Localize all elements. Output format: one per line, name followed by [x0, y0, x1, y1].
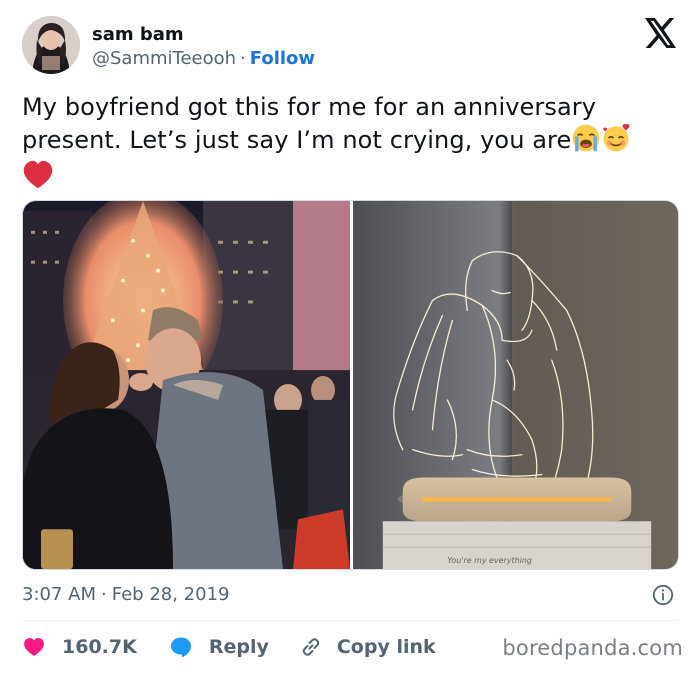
tweet-text-line-1: My boyfriend got this for me for an anni… [22, 93, 597, 121]
reply-button[interactable]: Reply [169, 635, 269, 659]
handle-separator: · [240, 48, 246, 69]
loudly-crying-face-emoji-icon [573, 124, 600, 152]
lamp-base-engraving: You're my everything [447, 556, 531, 565]
couple-kissing-photo-image [23, 201, 350, 569]
follow-button[interactable]: Follow [250, 48, 315, 69]
heart-line [22, 160, 682, 198]
photo-acrylic-lamp[interactable]: You're my everything [353, 201, 678, 569]
action-bar: 160.7K Reply Copy link [22, 633, 436, 661]
tweet-date: Feb 28, 2019 [111, 584, 230, 605]
author-name[interactable]: sam bam [92, 24, 184, 45]
reply-bubble-icon [170, 637, 191, 658]
red-heart-emoji-icon [23, 160, 53, 189]
link-icon [302, 638, 320, 656]
like-count: 160.7K [62, 636, 137, 658]
smiling-face-with-hearts-emoji-icon [603, 123, 630, 152]
watermark: boredpanda.com [502, 636, 683, 660]
tweet-text-line-2: present. Let’s just say I’m not crying, … [22, 126, 572, 154]
copy-link-button[interactable]: Copy link [299, 635, 436, 659]
divider [22, 620, 679, 621]
x-logo-icon[interactable] [644, 18, 678, 48]
tweet-text: My boyfriend got this for me for an anni… [22, 92, 682, 198]
copy-link-label: Copy link [336, 636, 436, 658]
tweet-timestamp[interactable]: 3:07 AM · Feb 28, 2019 [22, 584, 229, 605]
acrylic-lamp-photo-image: You're my everything [353, 201, 678, 569]
media-grid: You're my everything [22, 200, 679, 570]
photo-couple-kissing[interactable] [23, 201, 350, 569]
info-icon[interactable] [652, 584, 674, 606]
author-handle[interactable]: @SammiTeeooh [92, 48, 236, 69]
heart-icon [24, 638, 44, 656]
reply-label: Reply [208, 636, 269, 658]
tweet-time: 3:07 AM [22, 584, 96, 605]
timestamp-separator: · [101, 584, 107, 605]
avatar[interactable] [22, 16, 80, 74]
like-button[interactable]: 160.7K [22, 635, 137, 659]
author-handle-row: @SammiTeeooh · Follow [92, 48, 315, 69]
